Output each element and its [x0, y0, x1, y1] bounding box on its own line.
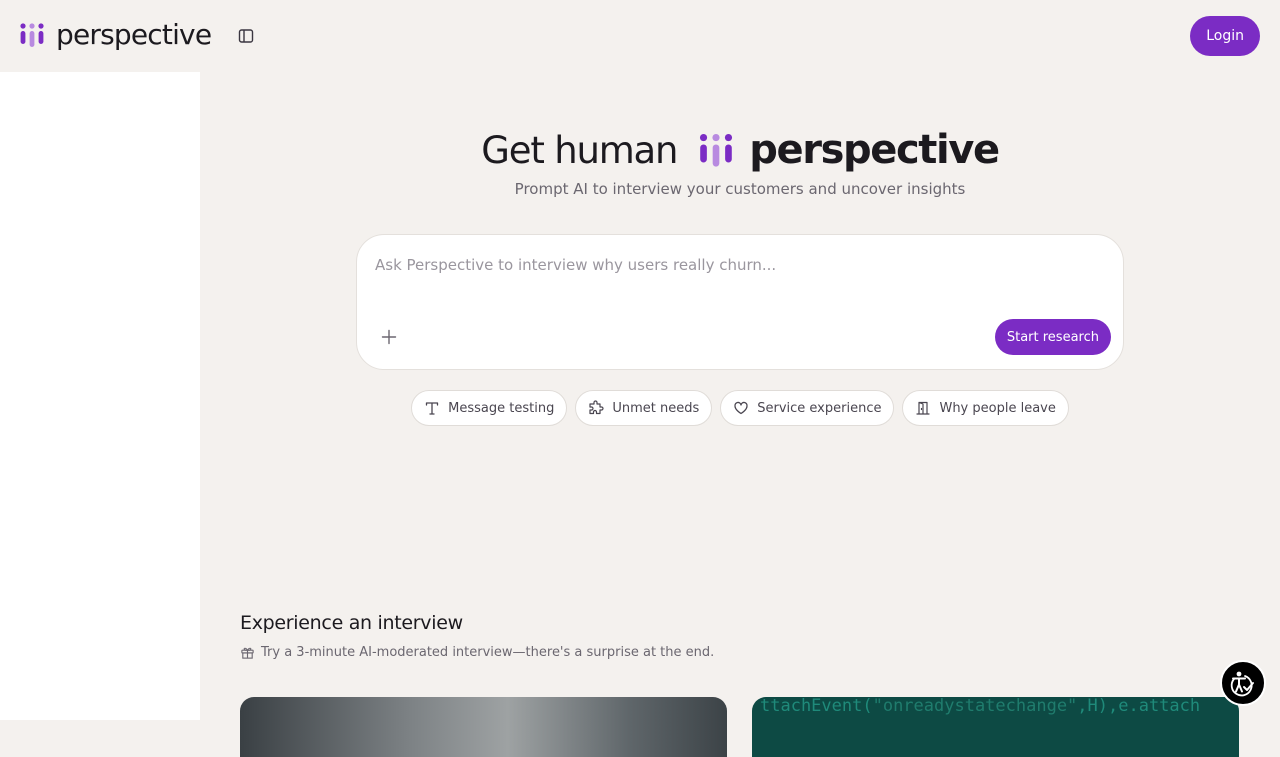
code-suffix: ,H),e.attach: [1077, 697, 1201, 716]
sidebar-panel-icon: [238, 29, 254, 43]
hero-heading: Get human perspective: [200, 125, 1280, 175]
chip-label: Why people leave: [939, 400, 1056, 416]
brand-name: perspective: [56, 18, 212, 51]
main-content: Get human perspective Prompt AI to inter…: [200, 72, 1280, 757]
interview-card-code[interactable]: ttachEvent("onreadystatechange",H),e.att…: [752, 697, 1239, 757]
attach-button[interactable]: [379, 327, 399, 347]
code-prefix: ttachEvent(: [760, 697, 873, 716]
hero-title-prefix: Get human: [481, 128, 678, 172]
puzzle-icon: [589, 400, 604, 415]
accessibility-icon: [1230, 671, 1254, 697]
chip-label: Service experience: [757, 400, 882, 416]
code-string: "onreadystatechange": [872, 697, 1078, 716]
interview-card-video[interactable]: [240, 697, 727, 757]
gift-icon: [241, 647, 254, 659]
prompt-input[interactable]: [375, 251, 1095, 279]
hero-brand-name: perspective: [749, 127, 1000, 173]
start-research-button[interactable]: Start research: [994, 319, 1111, 355]
chip-why-people-leave[interactable]: Why people leave: [902, 390, 1069, 426]
heart-icon: [734, 401, 748, 415]
sidebar-toggle-button[interactable]: [234, 24, 258, 48]
hero-subtitle: Prompt AI to interview your customers an…: [514, 180, 966, 198]
experience-subtitle: Try a 3-minute AI-moderated interview—th…: [240, 645, 714, 660]
accessibility-button[interactable]: [1220, 660, 1266, 706]
experience-subtitle-text: Try a 3-minute AI-moderated interview—th…: [261, 645, 715, 660]
sidebar: [0, 72, 200, 720]
login-button[interactable]: Login: [1190, 16, 1260, 56]
chip-message-testing[interactable]: Message testing: [411, 390, 568, 426]
chip-unmet-needs[interactable]: Unmet needs: [575, 390, 713, 426]
door-icon: [916, 401, 931, 415]
code-snippet: ttachEvent("onreadystatechange",H),e.att…: [760, 697, 1239, 715]
brand-logo[interactable]: perspective: [20, 18, 212, 51]
chip-label: Message testing: [448, 400, 555, 416]
suggestion-chips: Message testing Unmet needs Service expe…: [200, 390, 1280, 426]
chip-label: Unmet needs: [612, 400, 700, 416]
plus-icon: [381, 329, 397, 345]
prompt-box: Start research: [356, 234, 1124, 370]
text-icon: [425, 402, 439, 415]
logo-mark-icon: [20, 23, 44, 47]
chip-service-experience[interactable]: Service experience: [720, 390, 895, 426]
experience-title: Experience an interview: [240, 612, 463, 634]
hero-logo-mark-icon: [700, 133, 733, 167]
top-bar: perspective Login: [0, 0, 1280, 72]
